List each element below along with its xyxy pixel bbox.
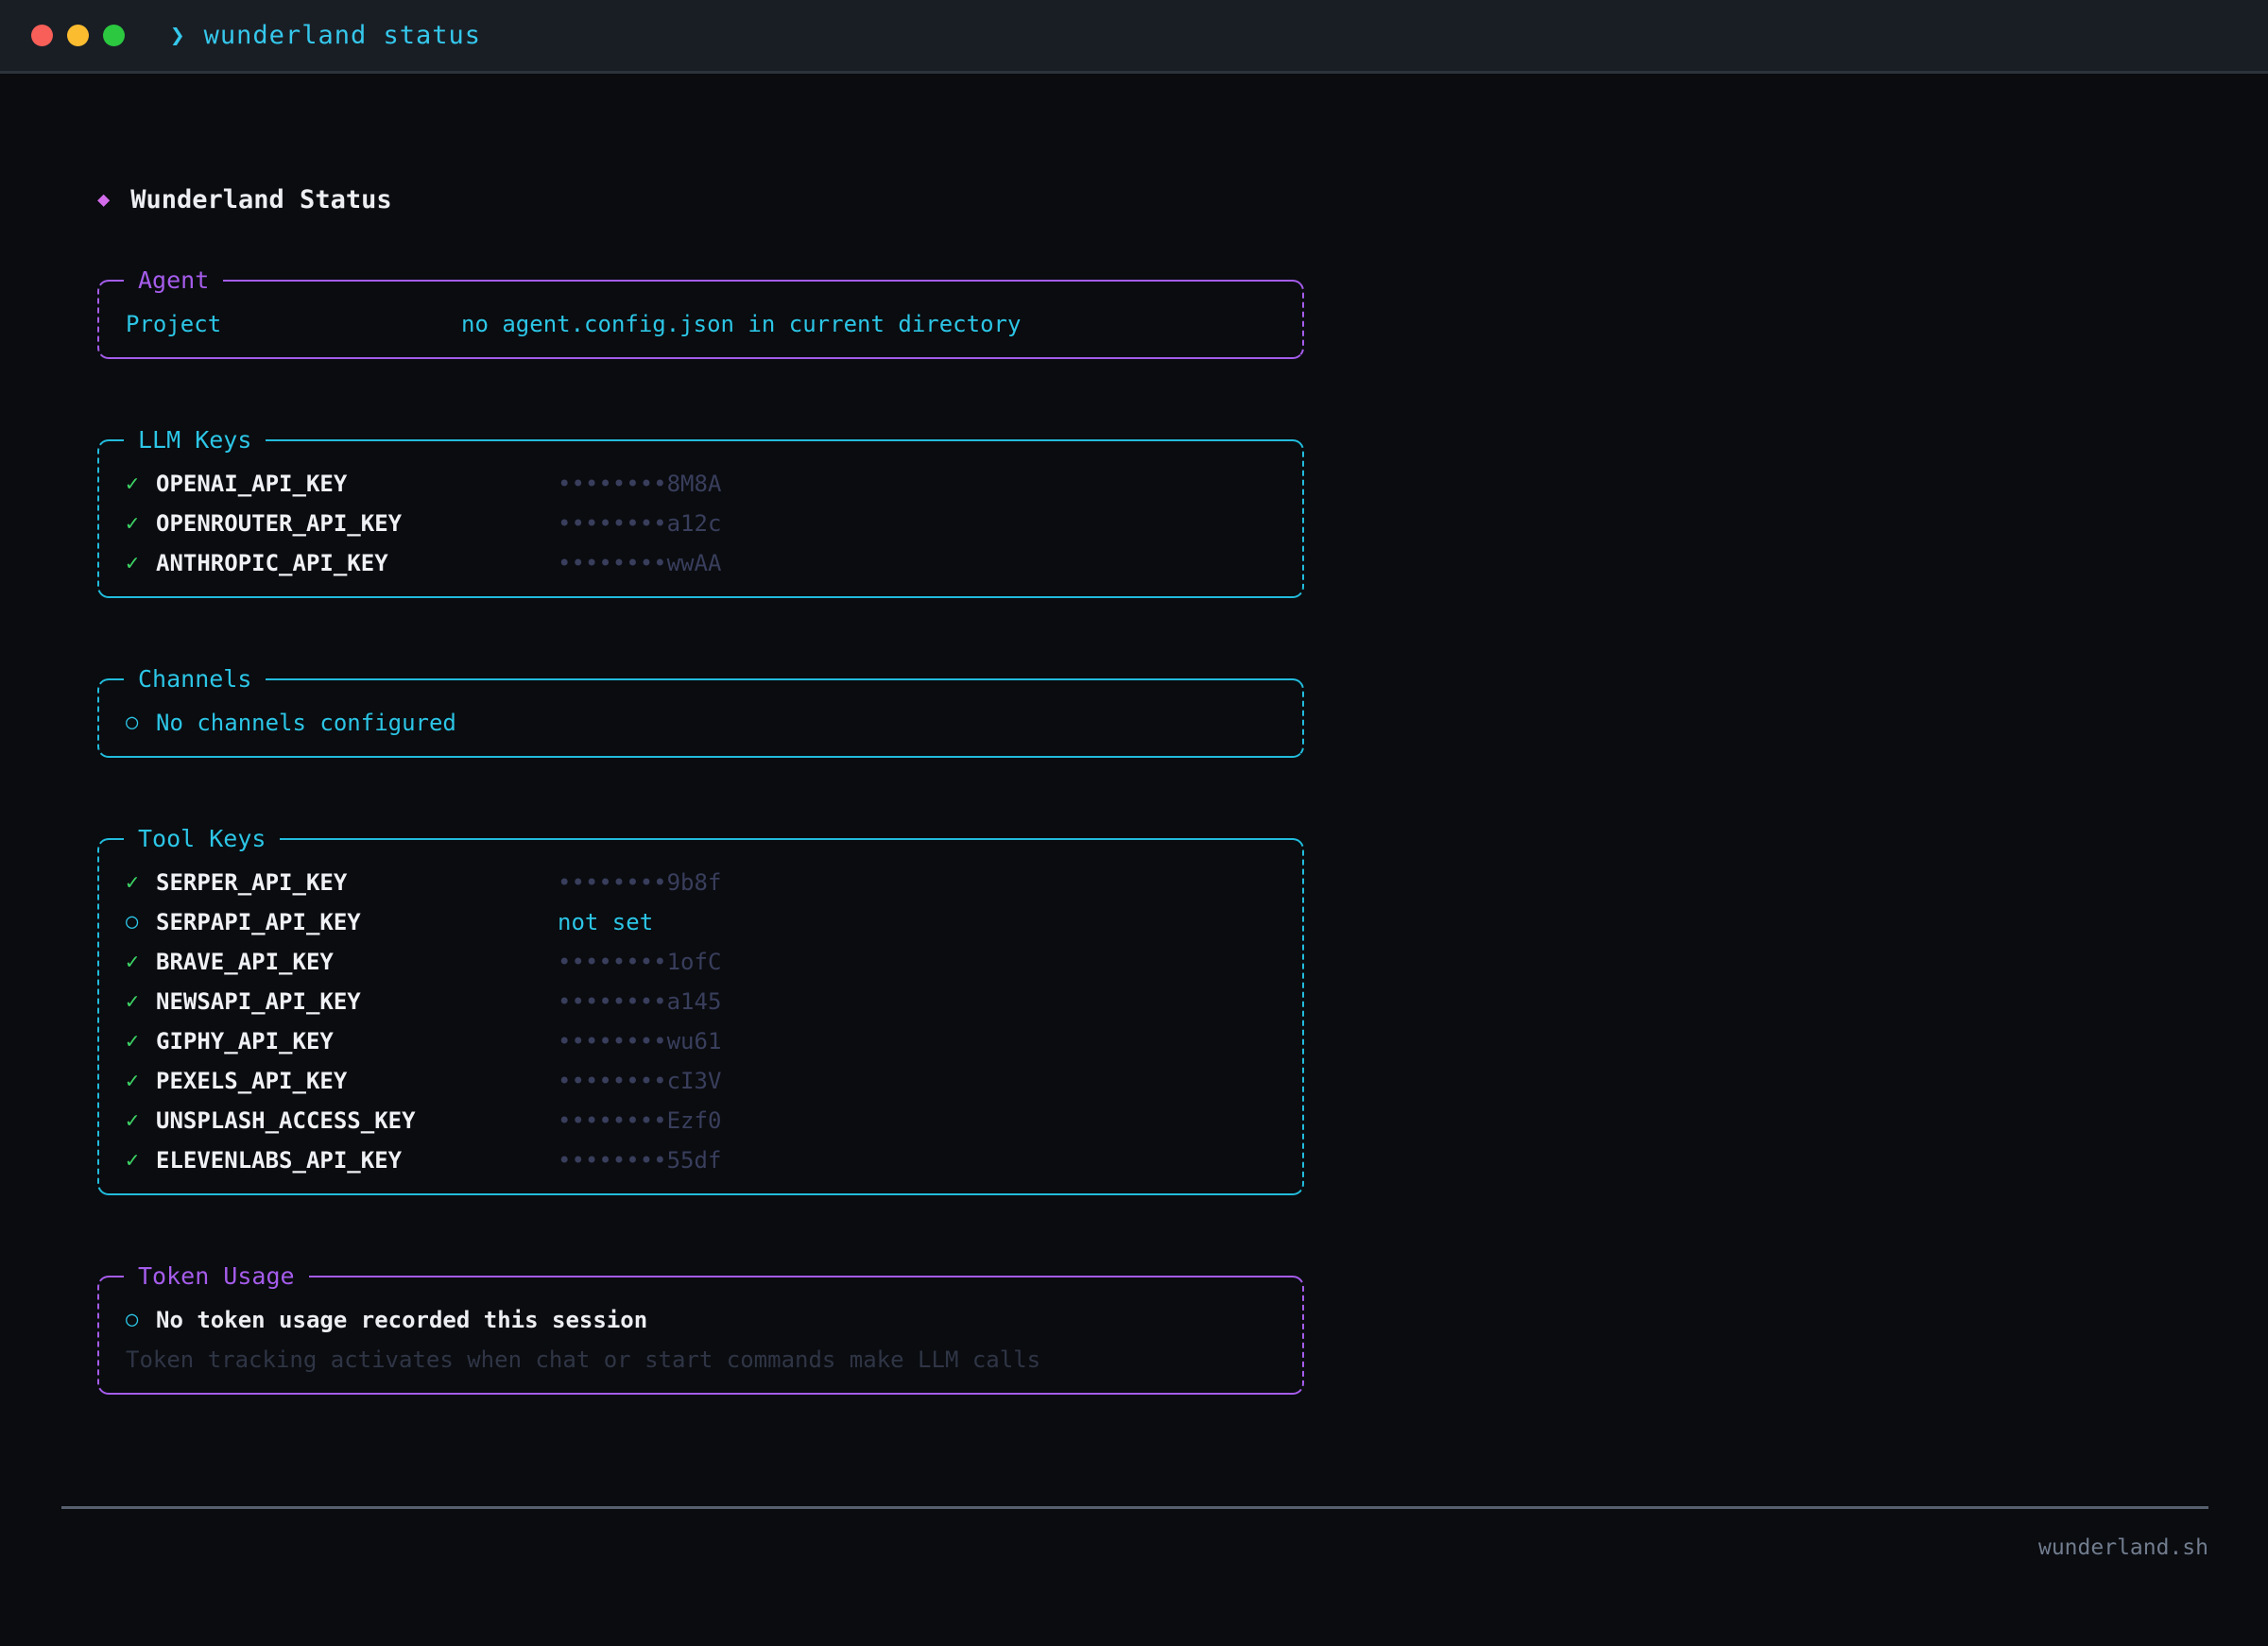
agent-section: Agent Project no agent.config.json in cu… bbox=[97, 280, 1304, 359]
key-row-newsapi: ✓ NEWSAPI_API_KEY ••••••••a145 bbox=[99, 982, 1302, 1021]
agent-section-title: Agent bbox=[124, 266, 223, 296]
circle-icon: ○ bbox=[126, 902, 156, 942]
channels-section: Channels ○ No channels configured bbox=[97, 678, 1304, 758]
prompt-chevron-icon: ❯ bbox=[170, 22, 185, 50]
channels-empty-row: ○ No channels configured bbox=[99, 703, 1302, 743]
key-name: GIPHY_API_KEY bbox=[156, 1021, 558, 1061]
key-value: ••••••••1ofC bbox=[558, 942, 1302, 982]
key-value: ••••••••a145 bbox=[558, 982, 1302, 1021]
key-name: OPENROUTER_API_KEY bbox=[156, 504, 558, 543]
footer-brand: wunderland.sh bbox=[0, 1535, 2208, 1560]
key-row-pexels: ✓ PEXELS_API_KEY ••••••••cI3V bbox=[99, 1061, 1302, 1101]
diamond-icon: ◆ bbox=[97, 185, 110, 215]
check-icon: ✓ bbox=[126, 1061, 156, 1101]
key-name: BRAVE_API_KEY bbox=[156, 942, 558, 982]
project-label: Project bbox=[126, 304, 461, 344]
key-value: ••••••••55df bbox=[558, 1140, 1302, 1180]
tool-keys-section-title: Tool Keys bbox=[124, 824, 280, 854]
circle-icon: ○ bbox=[126, 703, 156, 743]
token-usage-hint-row: Token tracking activates when chat or st… bbox=[99, 1340, 1302, 1380]
page-title: ◆ Wunderland Status bbox=[97, 185, 1307, 215]
check-icon: ✓ bbox=[126, 1101, 156, 1140]
check-icon: ✓ bbox=[126, 464, 156, 504]
key-row-anthropic: ✓ ANTHROPIC_API_KEY ••••••••wwAA bbox=[99, 543, 1302, 583]
llm-keys-section: LLM Keys ✓ OPENAI_API_KEY ••••••••8M8A ✓… bbox=[97, 439, 1304, 598]
token-usage-empty-row: ○ No token usage recorded this session bbox=[99, 1300, 1302, 1340]
llm-keys-section-title: LLM Keys bbox=[124, 425, 266, 455]
check-icon: ✓ bbox=[126, 863, 156, 902]
key-row-unsplash: ✓ UNSPLASH_ACCESS_KEY ••••••••Ezf0 bbox=[99, 1101, 1302, 1140]
key-row-serpapi: ○ SERPAPI_API_KEY not set bbox=[99, 902, 1302, 942]
token-usage-hint: Token tracking activates when chat or st… bbox=[126, 1346, 1040, 1373]
check-icon: ✓ bbox=[126, 543, 156, 583]
check-icon: ✓ bbox=[126, 1140, 156, 1180]
key-row-openai: ✓ OPENAI_API_KEY ••••••••8M8A bbox=[99, 464, 1302, 504]
key-row-brave: ✓ BRAVE_API_KEY ••••••••1ofC bbox=[99, 942, 1302, 982]
check-icon: ✓ bbox=[126, 942, 156, 982]
check-icon: ✓ bbox=[126, 1021, 156, 1061]
key-value: ••••••••wu61 bbox=[558, 1021, 1302, 1061]
key-name: NEWSAPI_API_KEY bbox=[156, 982, 558, 1021]
terminal-command-line: ❯ wunderland status bbox=[170, 21, 481, 50]
footer-divider bbox=[61, 1506, 2208, 1509]
key-name: ELEVENLABS_API_KEY bbox=[156, 1140, 558, 1180]
key-name: ANTHROPIC_API_KEY bbox=[156, 543, 558, 583]
page-title-text: Wunderland Status bbox=[130, 185, 391, 215]
traffic-lights bbox=[31, 25, 125, 46]
key-row-serper: ✓ SERPER_API_KEY ••••••••9b8f bbox=[99, 863, 1302, 902]
key-name: OPENAI_API_KEY bbox=[156, 464, 558, 504]
key-value: ••••••••Ezf0 bbox=[558, 1101, 1302, 1140]
key-name: SERPER_API_KEY bbox=[156, 863, 558, 902]
key-row-giphy: ✓ GIPHY_API_KEY ••••••••wu61 bbox=[99, 1021, 1302, 1061]
close-window-button[interactable] bbox=[31, 25, 53, 46]
key-row-openrouter: ✓ OPENROUTER_API_KEY ••••••••a12c bbox=[99, 504, 1302, 543]
key-value: ••••••••wwAA bbox=[558, 543, 1302, 583]
status-report: ◆ Wunderland Status Agent Project no age… bbox=[0, 185, 1307, 1395]
terminal-command-text: wunderland status bbox=[204, 21, 481, 50]
check-icon: ✓ bbox=[126, 504, 156, 543]
key-row-elevenlabs: ✓ ELEVENLABS_API_KEY ••••••••55df bbox=[99, 1140, 1302, 1180]
channels-section-title: Channels bbox=[124, 664, 266, 694]
key-name: UNSPLASH_ACCESS_KEY bbox=[156, 1101, 558, 1140]
key-name: SERPAPI_API_KEY bbox=[156, 902, 558, 942]
key-value: not set bbox=[558, 902, 1302, 942]
token-usage-section: Token Usage ○ No token usage recorded th… bbox=[97, 1276, 1304, 1395]
project-value: no agent.config.json in current director… bbox=[461, 304, 1302, 344]
zoom-window-button[interactable] bbox=[103, 25, 125, 46]
minimize-window-button[interactable] bbox=[67, 25, 89, 46]
token-usage-section-title: Token Usage bbox=[124, 1261, 309, 1292]
channels-empty-message: No channels configured bbox=[156, 703, 1302, 743]
key-value: ••••••••8M8A bbox=[558, 464, 1302, 504]
agent-project-row: Project no agent.config.json in current … bbox=[99, 304, 1302, 344]
key-name: PEXELS_API_KEY bbox=[156, 1061, 558, 1101]
key-value: ••••••••cI3V bbox=[558, 1061, 1302, 1101]
check-icon: ✓ bbox=[126, 982, 156, 1021]
circle-icon: ○ bbox=[126, 1300, 156, 1340]
tool-keys-section: Tool Keys ✓ SERPER_API_KEY ••••••••9b8f … bbox=[97, 838, 1304, 1195]
key-value: ••••••••9b8f bbox=[558, 863, 1302, 902]
terminal-titlebar: ❯ wunderland status bbox=[0, 0, 2268, 74]
key-value: ••••••••a12c bbox=[558, 504, 1302, 543]
token-usage-message: No token usage recorded this session bbox=[156, 1300, 1302, 1340]
